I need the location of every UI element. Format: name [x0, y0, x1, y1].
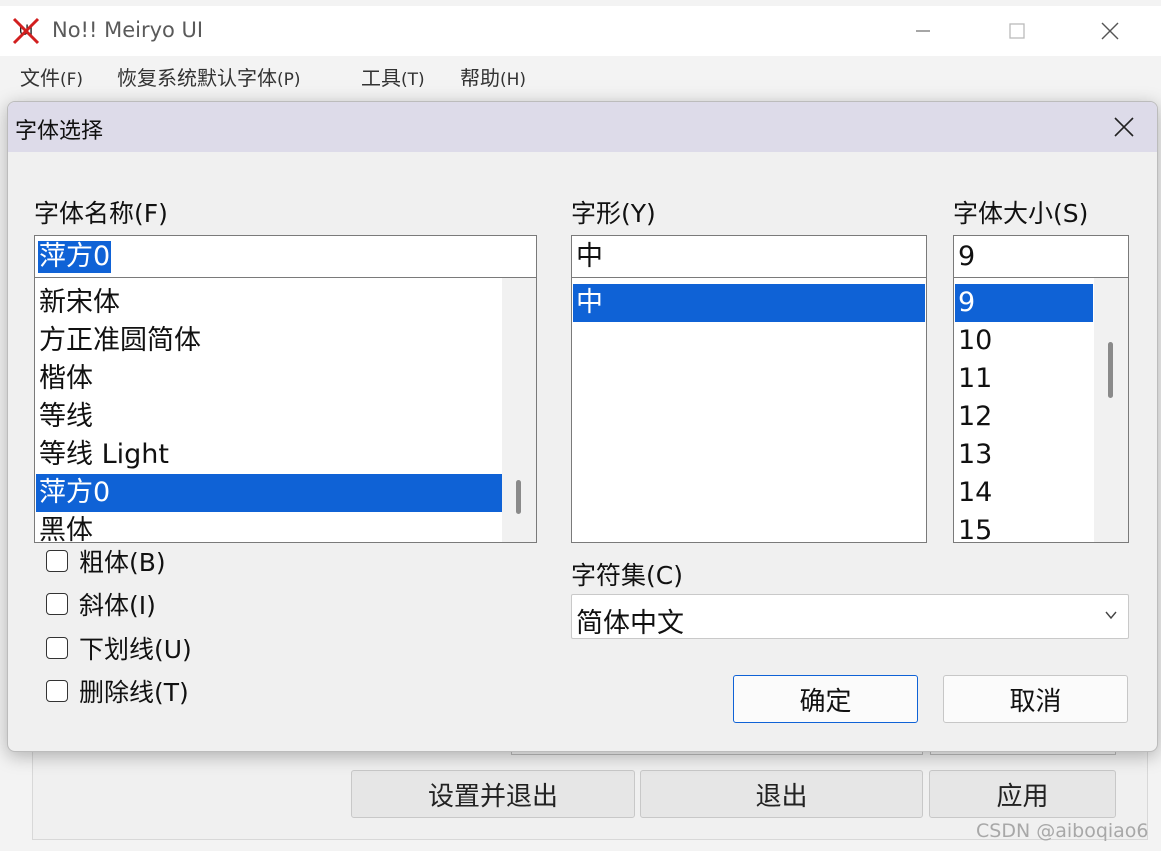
- cancel-button[interactable]: 取消: [943, 675, 1128, 723]
- charset-label: 字符集(C): [571, 561, 683, 590]
- list-item-selected[interactable]: 萍方0: [36, 474, 502, 512]
- font-size-input[interactable]: 9: [953, 235, 1129, 278]
- menu-file[interactable]: 文件(F): [20, 62, 83, 91]
- app-icon: UI: [11, 16, 41, 46]
- minimize-icon: [916, 30, 930, 32]
- font-dialog: 字体选择 字体名称(F) 萍方0 新宋体 方正准圆简体 楷体 等线 等线 Lig…: [7, 101, 1158, 752]
- font-name-input[interactable]: 萍方0: [34, 235, 537, 278]
- dialog-close-button[interactable]: [1104, 110, 1144, 144]
- font-style-input[interactable]: 中: [571, 235, 927, 278]
- menu-bar: 文件(F) 恢复系统默认字体(P) 工具(T) 帮助(H): [0, 56, 1161, 94]
- list-item-selected[interactable]: 中: [573, 284, 925, 322]
- checkbox-box[interactable]: [46, 637, 68, 659]
- close-icon: [1114, 117, 1134, 137]
- strikethrough-checkbox-label: 删除线(T): [79, 678, 189, 707]
- underline-checkbox[interactable]: 下划线(U): [46, 633, 192, 664]
- font-name-label: 字体名称(F): [34, 199, 168, 228]
- main-titlebar: UI No!! Meiryo UI: [0, 6, 1161, 56]
- maximize-button[interactable]: [992, 16, 1042, 46]
- menu-tools[interactable]: 工具(T): [361, 62, 425, 91]
- font-style-input-value: 中: [576, 241, 603, 272]
- list-item[interactable]: 楷体: [36, 360, 502, 398]
- main-window-title: No!! Meiryo UI: [52, 18, 204, 42]
- font-style-label: 字形(Y): [571, 199, 656, 228]
- font-size-label: 字体大小(S): [953, 199, 1089, 228]
- set-and-exit-button[interactable]: 设置并退出: [351, 770, 635, 818]
- chevron-down-icon: [1105, 611, 1117, 620]
- list-item[interactable]: 黑体: [36, 512, 502, 542]
- dialog-title: 字体选择: [15, 119, 104, 144]
- list-item[interactable]: 11: [955, 360, 1093, 398]
- font-size-input-value: 9: [958, 241, 976, 272]
- list-item-selected[interactable]: 9: [955, 284, 1093, 322]
- list-item[interactable]: 14: [955, 474, 1093, 512]
- italic-checkbox-label: 斜体(I): [79, 591, 156, 620]
- charset-select-value: 简体中文: [576, 608, 684, 639]
- list-item[interactable]: 等线 Light: [36, 436, 502, 474]
- checkbox-box[interactable]: [46, 593, 68, 615]
- minimize-button[interactable]: [898, 16, 948, 46]
- bold-checkbox[interactable]: 粗体(B): [46, 546, 166, 577]
- exit-button[interactable]: 退出: [640, 770, 923, 818]
- font-name-input-value: 萍方0: [38, 241, 112, 273]
- maximize-icon: [1009, 23, 1025, 39]
- checkbox-box[interactable]: [46, 550, 68, 572]
- list-item[interactable]: 等线: [36, 398, 502, 436]
- apply-button[interactable]: 应用: [929, 770, 1116, 818]
- bold-checkbox-label: 粗体(B): [79, 548, 166, 577]
- font-name-list[interactable]: 新宋体 方正准圆简体 楷体 等线 等线 Light 萍方0 黑体: [34, 278, 537, 543]
- close-icon: [1101, 22, 1119, 40]
- font-name-scrollbar[interactable]: [502, 278, 536, 542]
- italic-checkbox[interactable]: 斜体(I): [46, 589, 156, 620]
- watermark: CSDN @aiboqiao6: [976, 820, 1149, 842]
- font-size-scrollbar[interactable]: [1094, 278, 1128, 542]
- font-size-list[interactable]: 9 10 11 12 13 14 15: [953, 278, 1129, 543]
- ok-button[interactable]: 确定: [733, 675, 918, 723]
- list-item[interactable]: 新宋体: [36, 284, 502, 322]
- font-size-scroll-thumb[interactable]: [1108, 342, 1113, 398]
- strikethrough-checkbox[interactable]: 删除线(T): [46, 676, 189, 707]
- underline-checkbox-label: 下划线(U): [79, 635, 192, 664]
- font-style-list[interactable]: 中: [571, 278, 927, 543]
- list-item[interactable]: 10: [955, 322, 1093, 360]
- list-item[interactable]: 13: [955, 436, 1093, 474]
- list-item[interactable]: 12: [955, 398, 1093, 436]
- dialog-titlebar: 字体选择: [8, 102, 1157, 152]
- menu-restore-default-font[interactable]: 恢复系统默认字体(P): [117, 62, 301, 91]
- list-item[interactable]: 方正准圆简体: [36, 322, 502, 360]
- checkbox-box[interactable]: [46, 680, 68, 702]
- main-close-button[interactable]: [1085, 16, 1135, 46]
- menu-help[interactable]: 帮助(H): [460, 62, 526, 91]
- font-name-scroll-thumb[interactable]: [516, 480, 521, 514]
- charset-select[interactable]: 简体中文: [571, 594, 1129, 639]
- list-item[interactable]: 15: [955, 512, 1093, 542]
